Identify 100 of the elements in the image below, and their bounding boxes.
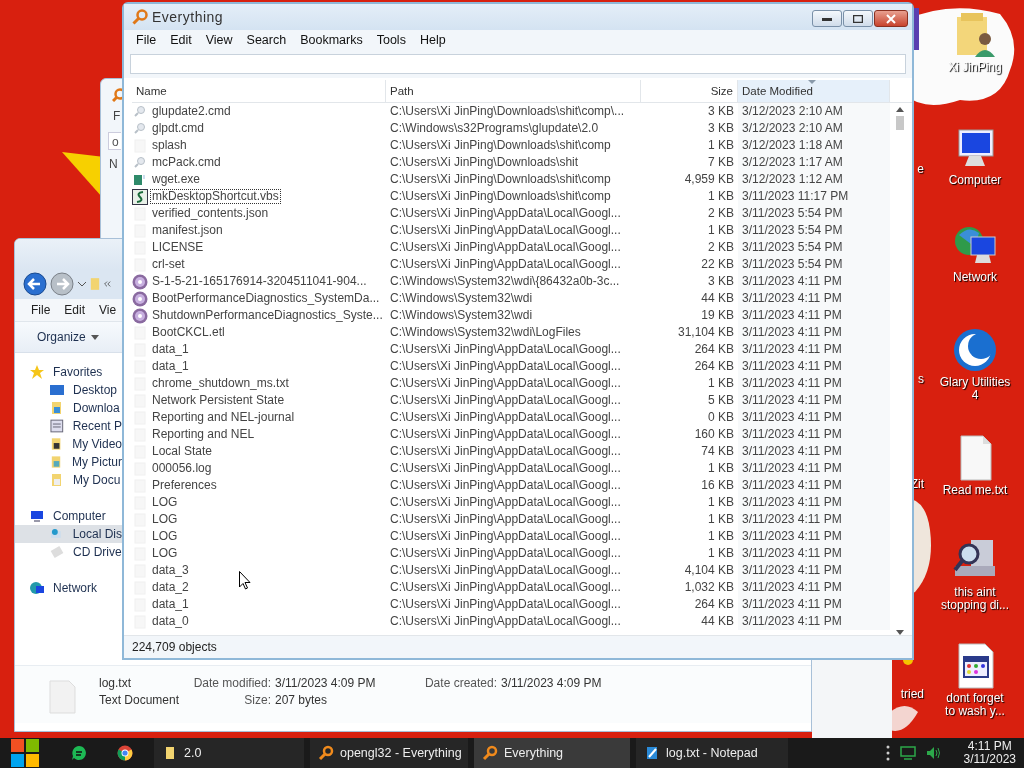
column-header[interactable]: Date Modified xyxy=(738,80,890,102)
dropdown-icon[interactable] xyxy=(77,281,87,287)
table-cell[interactable]: glpdt.cmd xyxy=(150,121,207,136)
nav-item[interactable]: CD Drive xyxy=(15,543,122,561)
browser-icon[interactable] xyxy=(117,745,133,761)
nav-item[interactable]: Recent P xyxy=(15,417,122,435)
nav-label: Recent P xyxy=(72,419,122,433)
taskbar-button[interactable]: Everything xyxy=(474,738,630,768)
nav-item[interactable]: My Docu xyxy=(15,471,122,489)
table-cell[interactable]: mkDesktopShortcut.vbs xyxy=(150,189,281,204)
table-cell[interactable]: BootCKCL.etl xyxy=(150,325,227,340)
nav-item[interactable]: Desktop xyxy=(15,381,122,399)
menu-item[interactable]: F xyxy=(113,109,121,123)
more-icon[interactable] xyxy=(885,745,890,761)
menu-item[interactable]: Edit xyxy=(64,303,86,317)
chat-icon[interactable] xyxy=(71,745,87,761)
table-cell[interactable]: manifest.json xyxy=(150,223,225,238)
back-button[interactable] xyxy=(23,272,47,296)
table-cell[interactable]: LOG xyxy=(150,512,180,527)
forward-button[interactable] xyxy=(50,272,74,296)
table-cell: 3/12/2023 1:18 AM xyxy=(738,137,890,154)
table-cell[interactable]: glupdate2.cmd xyxy=(150,104,233,119)
table-cell[interactable]: mcPack.cmd xyxy=(150,155,223,170)
menu-item[interactable]: Vie xyxy=(99,303,117,317)
desktop-icon xyxy=(49,382,65,398)
table-cell: 3/11/2023 4:11 PM xyxy=(738,613,890,630)
table-cell-text: C:\Windows\s32Programs\glupdate\2.0 xyxy=(389,121,600,136)
start-button[interactable] xyxy=(10,738,40,768)
search-field[interactable] xyxy=(130,54,906,74)
table-cell[interactable]: S-1-5-21-165176914-3204511041-904... xyxy=(150,274,369,289)
menu-item[interactable]: Search xyxy=(246,33,287,47)
table-cell[interactable]: data_1 xyxy=(150,342,191,357)
blank-file-icon xyxy=(132,324,148,341)
menu-item[interactable]: Edit xyxy=(170,33,192,47)
crescent-icon[interactable] xyxy=(951,326,999,374)
minimize-button[interactable] xyxy=(812,10,842,27)
table-cell[interactable]: data_1 xyxy=(150,597,191,612)
table-cell[interactable]: ShutdownPerformanceDiagnostics_Syste... xyxy=(150,308,385,323)
nav-label: My Docu xyxy=(73,473,121,487)
search-field[interactable]: o xyxy=(108,132,121,150)
magnifier-icon xyxy=(132,9,148,25)
table-cell[interactable]: data_1 xyxy=(150,359,191,374)
table-cell[interactable]: data_2 xyxy=(150,580,191,595)
table-cell[interactable]: BootPerformanceDiagnostics_SystemDa... xyxy=(150,291,382,306)
table-cell: 3/11/2023 4:11 PM xyxy=(738,511,890,528)
table-cell[interactable]: chrome_shutdown_ms.txt xyxy=(150,376,291,391)
table-cell[interactable]: crl-set xyxy=(150,257,187,272)
table-cell: 3/11/2023 4:11 PM xyxy=(738,273,890,290)
desktop-icon-label: Xi JinPing xyxy=(947,61,1003,74)
taskbar-button[interactable]: opengl32 - Everything xyxy=(310,738,468,768)
menu-item[interactable]: File xyxy=(31,303,51,317)
table-cell[interactable]: LOG xyxy=(150,495,180,510)
nav-item[interactable]: Computer xyxy=(15,507,122,525)
magnifier-icon xyxy=(112,88,122,102)
table-cell[interactable]: verified_contents.json xyxy=(150,206,271,221)
menu-item[interactable]: View xyxy=(205,33,233,47)
table-cell: 3/11/2023 4:11 PM xyxy=(738,545,890,562)
scroll-up-icon[interactable] xyxy=(896,107,904,112)
chevron-icon[interactable] xyxy=(103,280,111,288)
star-icon xyxy=(29,364,45,380)
table-cell-text: C:\Users\Xi JinPing\AppData\Local\Googl... xyxy=(389,240,622,255)
table-cell[interactable]: Reporting and NEL xyxy=(150,427,257,442)
nav-item[interactable]: Network xyxy=(15,579,122,597)
close-button[interactable] xyxy=(874,10,908,27)
nav-item[interactable]: Downloa xyxy=(15,399,122,417)
table-cell[interactable]: Local State xyxy=(150,444,215,459)
organize-button[interactable]: Organize xyxy=(33,328,103,346)
table-cell[interactable]: LOG xyxy=(150,529,180,544)
nav-item[interactable]: My Pictur xyxy=(15,453,122,471)
table-cell[interactable]: LICENSE xyxy=(150,240,206,255)
table-cell[interactable]: Reporting and NEL-journal xyxy=(150,410,297,425)
menu-item[interactable]: Tools xyxy=(376,33,406,47)
clock-time[interactable]: 4:11 PM xyxy=(967,740,1012,753)
table-cell-text: 7 KB xyxy=(707,155,735,170)
nav-item[interactable]: My Video xyxy=(15,435,122,453)
table-cell[interactable]: data_3 xyxy=(150,563,191,578)
taskbar-button[interactable]: 2.0 xyxy=(154,738,304,768)
table-cell: 3/11/2023 4:11 PM xyxy=(738,562,890,579)
maximize-button[interactable] xyxy=(843,10,873,27)
table-cell[interactable]: splash xyxy=(150,138,189,153)
monitor-icon[interactable] xyxy=(899,745,916,761)
table-cell[interactable]: wget.exe xyxy=(150,172,203,187)
menu-item[interactable]: File xyxy=(136,33,157,47)
table-cell[interactable]: Network Persistent State xyxy=(150,393,287,408)
table-cell-text: C:\Users\Xi JinPing\Downloads\shit xyxy=(389,155,580,170)
table-cell[interactable]: data_0 xyxy=(150,614,191,629)
table-cell-text: C:\Users\Xi JinPing\AppData\Local\Googl... xyxy=(389,478,622,493)
speaker-icon[interactable] xyxy=(925,745,942,761)
clock-date[interactable]: 3/11/2023 xyxy=(963,753,1016,766)
column-header[interactable]: N xyxy=(109,157,118,171)
scroll-thumb[interactable] xyxy=(896,116,904,130)
menu-item[interactable]: Bookmarks xyxy=(300,33,363,47)
nav-item[interactable]: Favorites xyxy=(15,363,122,381)
taskbar-button[interactable]: log.txt - Notepad xyxy=(636,738,788,768)
nav-item[interactable]: Local Dis xyxy=(15,525,122,543)
table-cell[interactable]: LOG xyxy=(150,546,180,561)
table-cell[interactable]: Preferences xyxy=(150,478,219,493)
field-label: Size: xyxy=(243,693,271,707)
menu-item[interactable]: Help xyxy=(419,33,446,47)
table-cell[interactable]: 000056.log xyxy=(150,461,214,476)
